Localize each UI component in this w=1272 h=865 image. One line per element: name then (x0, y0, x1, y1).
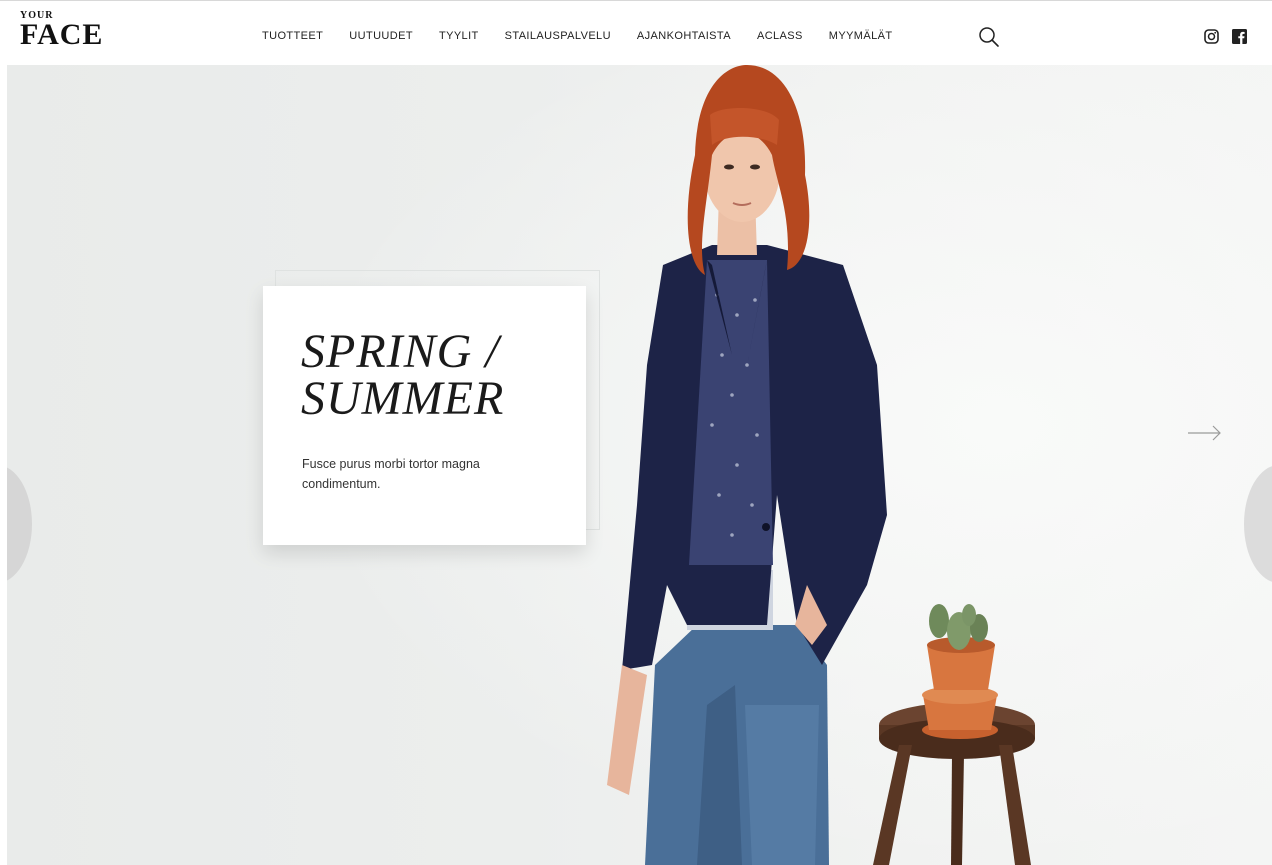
main-menu: TUOTTEET UUTUUDET TYYLIT STAILAUSPALVELU… (262, 30, 918, 42)
nav-item-ajankohtaista[interactable]: AJANKOHTAISTA (637, 30, 731, 42)
nav-item-myymalat[interactable]: MYYMÄLÄT (829, 30, 893, 42)
nav-item-tyylit[interactable]: TYYLIT (439, 30, 479, 42)
nav-item-uutuudet[interactable]: UUTUUDET (349, 30, 413, 42)
hero-carousel: SPRING / SUMMER Fusce purus morbi tortor… (7, 65, 1272, 865)
instagram-icon[interactable] (1204, 29, 1219, 44)
cactus-image (922, 604, 998, 739)
model-image (607, 65, 887, 865)
brand-logo[interactable]: YOUR FACE (20, 11, 104, 51)
hero-title-line-2: SUMMER (301, 372, 505, 425)
hero-description: Fusce purus morbi tortor magna condiment… (302, 457, 480, 491)
hero-photo (607, 65, 1035, 865)
hero-title-line-1: SPRING / (301, 325, 500, 378)
nav-item-aclass[interactable]: ACLASS (757, 30, 803, 42)
nav-item-stailauspalvelu[interactable]: STAILAUSPALVELU (505, 30, 611, 42)
logo-big-text: FACE (20, 18, 104, 51)
page-left-edge (0, 65, 7, 865)
facebook-icon[interactable] (1232, 29, 1247, 44)
search-icon[interactable] (978, 26, 1000, 48)
top-navigation-bar: YOUR FACE TUOTTEET UUTUUDET TYYLIT STAIL… (0, 0, 1272, 66)
nav-item-tuotteet[interactable]: TUOTTEET (262, 30, 323, 42)
arrow-right-icon[interactable] (1187, 425, 1223, 441)
hero-text-card: SPRING / SUMMER Fusce purus morbi tortor… (263, 286, 586, 545)
hero-title: SPRING / SUMMER (301, 325, 561, 425)
